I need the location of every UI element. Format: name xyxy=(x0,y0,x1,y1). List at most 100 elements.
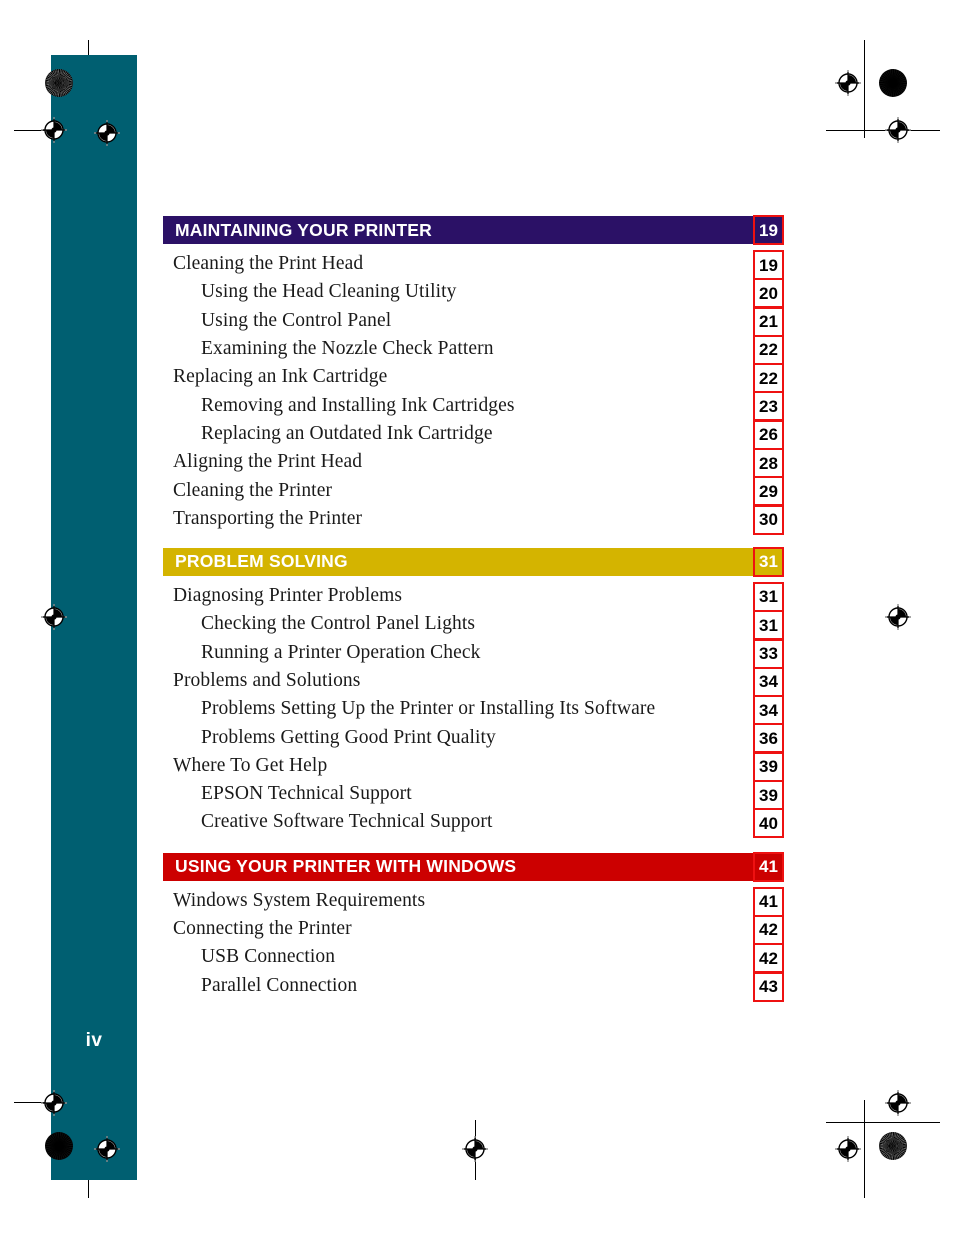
toc-entry-page-number: 34 xyxy=(753,666,784,697)
toc-entry-label: Running a Printer Operation Check xyxy=(201,641,481,663)
toc-entry-label: USB Connection xyxy=(201,946,336,968)
folio-page-number: iv xyxy=(85,1030,103,1051)
toc-entry-label: Transporting the Printer xyxy=(173,507,363,529)
toc-entry-label: Replacing an Outdated Ink Cartridge xyxy=(201,422,493,444)
toc-entry-page-number: 42 xyxy=(753,943,784,974)
toc-entry-label: Creative Software Technical Support xyxy=(201,811,493,833)
toc-entry-label: Replacing an Ink Cartridge xyxy=(173,366,388,388)
toc-entry[interactable]: Creative Software Technical Support 40 xyxy=(163,808,784,839)
toc-entry[interactable]: USB Connection 42 xyxy=(163,943,784,974)
toc-entry-label: Cleaning the Printer xyxy=(173,479,333,501)
toc-entry[interactable]: Connecting the Printer 42 xyxy=(163,914,784,945)
toc-section-title: USING YOUR PRINTER WITH WINDOWS xyxy=(175,856,517,877)
crop-line-bottom-center-vertical xyxy=(475,1120,476,1180)
toc-entry-label: Aligning the Print Head xyxy=(173,451,363,473)
toc-entry-label: Checking the Control Panel Lights xyxy=(201,613,476,635)
toc-entry-page-number: 33 xyxy=(753,638,784,669)
registration-target-top-right-icon xyxy=(835,70,861,96)
toc-entry-page-number: 43 xyxy=(753,971,784,1002)
registration-target-mid-right-icon xyxy=(885,604,911,630)
page-canvas: iv MAINTAINING YOUR PRINTER 19 Cleaning … xyxy=(0,0,954,1235)
toc-entry[interactable]: Problems Getting Good Print Quality 36 xyxy=(163,723,784,754)
toc-entry-page-number: 31 xyxy=(753,610,784,641)
toc-entry-page-number: 41 xyxy=(753,886,784,917)
toc-section-using-windows: USING YOUR PRINTER WITH WINDOWS 41 Windows… xyxy=(163,851,784,1002)
table-of-contents: MAINTAINING YOUR PRINTER 19 Cleaning the P… xyxy=(163,215,784,1002)
crop-line-top-right-horizontal xyxy=(826,130,940,131)
toc-entry[interactable]: Problems Setting Up the Printer or Insta… xyxy=(163,695,784,726)
toc-entry[interactable]: Replacing an Outdated Ink Cartridge 26 xyxy=(163,419,784,450)
toc-section-page-number: 31 xyxy=(753,546,784,577)
toc-entry[interactable]: Using the Control Panel 21 xyxy=(163,306,784,337)
toc-entry-page-number: 31 xyxy=(753,581,784,612)
toc-entry-label: Parallel Connection xyxy=(201,974,358,996)
toc-entry-label: Windows System Requirements xyxy=(173,889,426,911)
toc-section-header-problem-solving[interactable]: PROBLEM SOLVING 31 xyxy=(163,546,784,577)
toc-section-problem-solving: PROBLEM SOLVING 31 Diagnosing Printer Prob… xyxy=(163,546,784,839)
toc-entry-page-number: 19 xyxy=(753,250,784,280)
toc-entry-label: Using the Head Cleaning Utility xyxy=(201,281,457,303)
crop-line-top-right-vertical xyxy=(864,40,865,138)
toc-entry[interactable]: Aligning the Print Head 28 xyxy=(163,448,784,479)
toc-section-page-number: 41 xyxy=(753,851,784,882)
toc-entry[interactable]: Removing and Installing Ink Cartridges 23 xyxy=(163,391,784,422)
toc-entry[interactable]: Cleaning the Print Head 19 xyxy=(163,250,784,280)
toc-entry[interactable]: Parallel Connection 43 xyxy=(163,971,784,1002)
registration-target-top-right-2-icon xyxy=(885,117,911,143)
toc-entry-page-number: 36 xyxy=(753,723,784,754)
toc-section-title: PROBLEM SOLVING xyxy=(175,551,348,572)
toc-section-gap xyxy=(163,533,783,548)
registration-target-bottom-right-icon xyxy=(885,1090,911,1116)
toc-entry-page-number: 40 xyxy=(753,808,784,839)
toc-entry[interactable]: Running a Printer Operation Check 33 xyxy=(163,638,784,669)
toc-entry[interactable]: Examining the Nozzle Check Pattern 22 xyxy=(163,334,784,365)
toc-entry-label: Connecting the Printer xyxy=(173,918,352,940)
toc-section-gap xyxy=(163,837,783,853)
toc-entry-label: Where To Get Help xyxy=(173,754,328,776)
toc-entry-label: EPSON Technical Support xyxy=(201,783,412,805)
toc-entry[interactable]: Transporting the Printer 30 xyxy=(163,504,784,535)
toc-entry-label: Problems and Solutions xyxy=(173,670,361,691)
toc-entry-page-number: 34 xyxy=(753,695,784,726)
toc-section-title: MAINTAINING YOUR PRINTER xyxy=(175,219,432,240)
toc-entry-page-number: 22 xyxy=(753,363,784,394)
toc-entry-page-number: 21 xyxy=(753,306,784,337)
toc-section-header-using-windows[interactable]: USING YOUR PRINTER WITH WINDOWS 41 xyxy=(163,851,784,882)
toc-entry-page-number: 39 xyxy=(753,751,784,782)
toc-entry-page-number: 20 xyxy=(753,278,784,309)
toc-entry-page-number: 29 xyxy=(753,476,784,507)
toc-entry-label: Cleaning the Print Head xyxy=(173,253,364,275)
toc-entry-label: Removing and Installing Ink Cartridges xyxy=(201,394,515,416)
crop-line-bottom-right-horizontal xyxy=(826,1122,940,1123)
toc-entry[interactable]: Checking the Control Panel Lights 31 xyxy=(163,610,784,641)
toc-entry[interactable]: Diagnosing Printer Problems 31 xyxy=(163,581,784,612)
toc-entry[interactable]: Problems and Solutions 34 xyxy=(163,666,784,697)
color-rosette-bottom-right-icon xyxy=(879,1132,907,1160)
toc-section-header-maintaining[interactable]: MAINTAINING YOUR PRINTER 19 xyxy=(163,215,784,245)
toc-entry[interactable]: Where To Get Help 39 xyxy=(163,751,784,782)
toc-entry-page-number: 30 xyxy=(753,504,784,535)
toc-entry-page-number: 23 xyxy=(753,391,784,422)
toc-entry[interactable]: Replacing an Ink Cartridge 22 xyxy=(163,363,784,394)
color-rosette-top-right-icon xyxy=(879,69,907,97)
toc-section-maintaining: MAINTAINING YOUR PRINTER 19 Cleaning the P… xyxy=(163,215,784,535)
toc-entry-page-number: 22 xyxy=(753,334,784,365)
page-spine-bar xyxy=(51,55,137,1180)
toc-entry-label: Examining the Nozzle Check Pattern xyxy=(201,338,494,360)
toc-entry-label: Diagnosing Printer Problems xyxy=(173,585,403,607)
toc-entry-label: Problems Getting Good Print Quality xyxy=(201,726,496,748)
toc-entry-label: Using the Control Panel xyxy=(201,309,392,331)
toc-section-page-number: 19 xyxy=(753,215,784,245)
registration-target-bottom-center-icon xyxy=(462,1136,488,1162)
toc-entry[interactable]: Windows System Requirements 41 xyxy=(163,886,784,917)
crop-line-bottom-right-vertical xyxy=(864,1100,865,1198)
toc-entry[interactable]: Cleaning the Printer 29 xyxy=(163,476,784,507)
registration-target-bottom-right-2-icon xyxy=(835,1136,861,1162)
toc-entry-page-number: 26 xyxy=(753,419,784,450)
toc-entry-page-number: 39 xyxy=(753,780,784,811)
toc-entry[interactable]: EPSON Technical Support 39 xyxy=(163,780,784,811)
toc-entry[interactable]: Using the Head Cleaning Utility 20 xyxy=(163,278,784,309)
toc-entry-page-number: 28 xyxy=(753,448,784,479)
toc-entry-page-number: 42 xyxy=(753,914,784,945)
toc-entry-label: Problems Setting Up the Printer or Insta… xyxy=(201,698,656,720)
